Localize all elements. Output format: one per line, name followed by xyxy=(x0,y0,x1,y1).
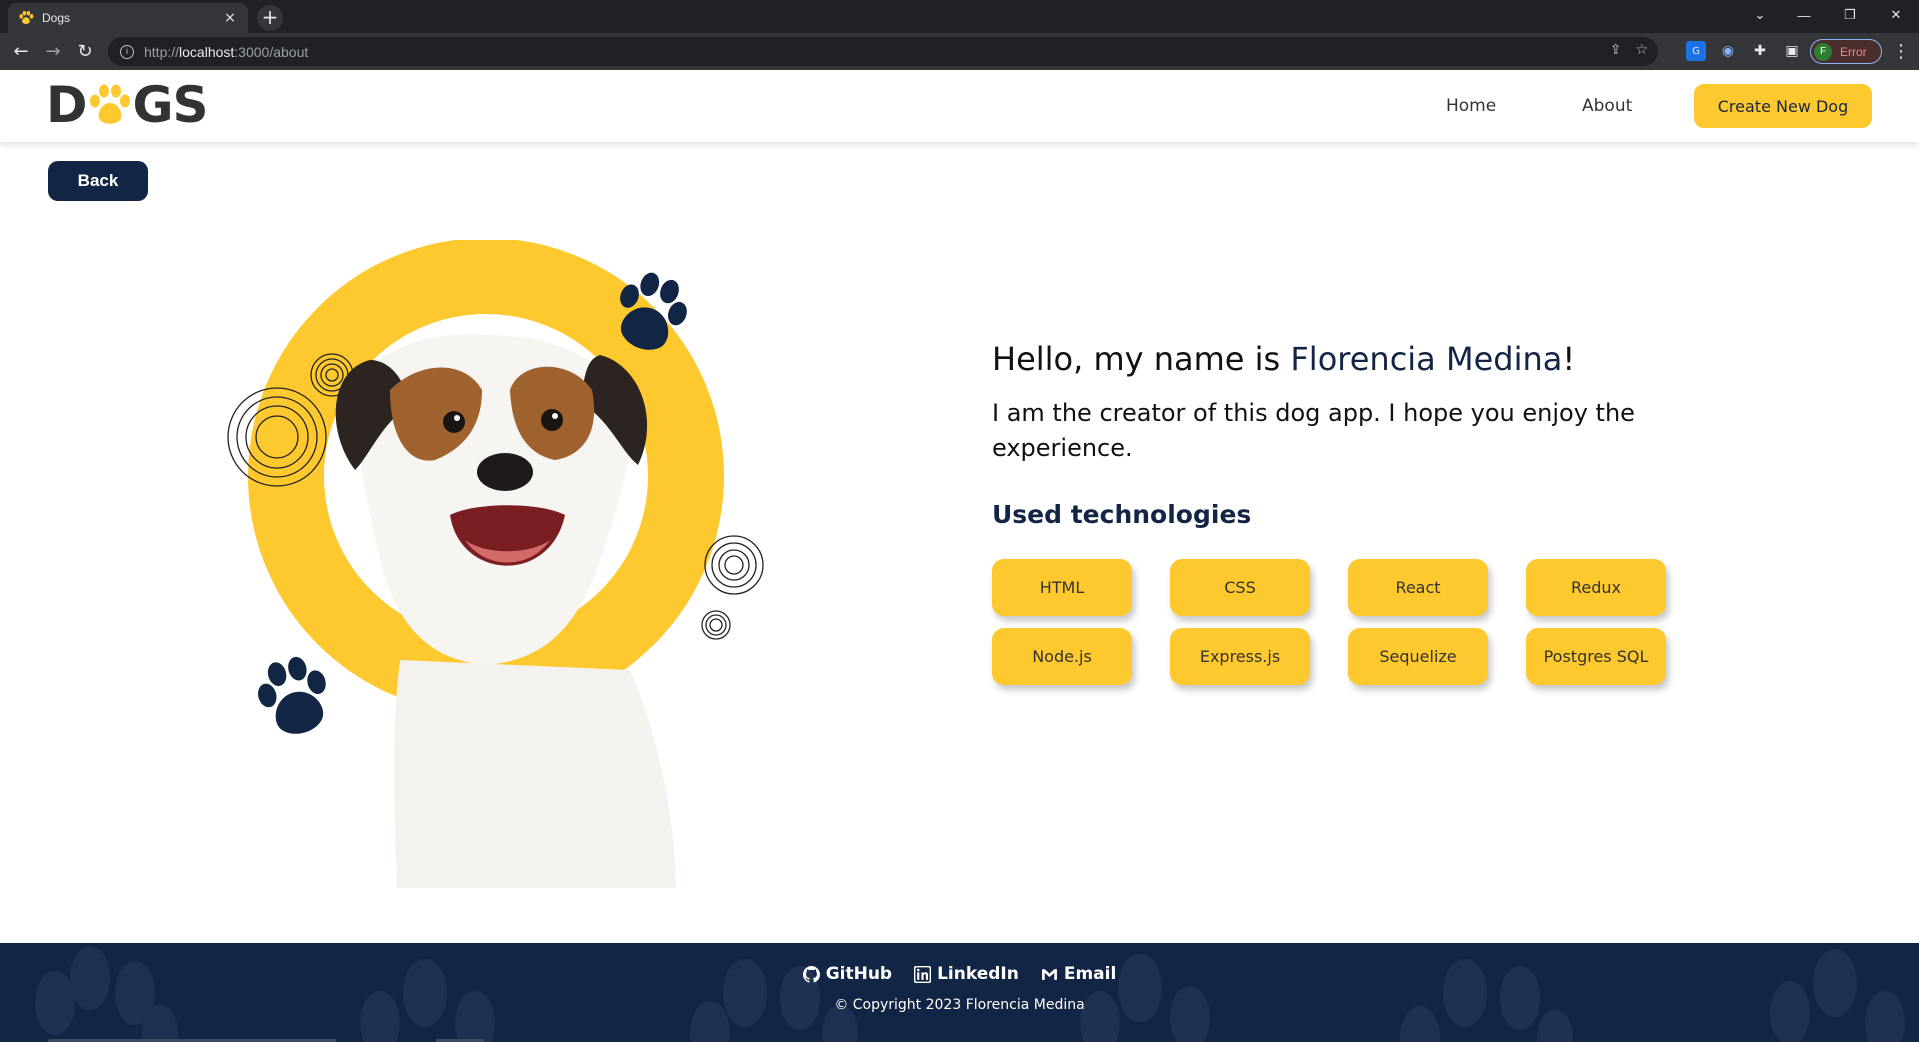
forward-arrow-icon[interactable]: → xyxy=(41,39,65,63)
tech-chip-sequelize: Sequelize xyxy=(1348,628,1488,685)
profile-button[interactable]: F Error xyxy=(1810,39,1882,64)
gmail-icon xyxy=(1041,968,1057,980)
share-icon[interactable]: ⇪ xyxy=(1610,42,1622,58)
intro-text: I am the creator of this dog app. I hope… xyxy=(992,399,1635,462)
page-content: D GS Home About Create New Dog Back Hell… xyxy=(0,70,1919,1042)
browser-titlebar: Dogs × + ⌄ — ❐ ✕ xyxy=(0,0,1919,33)
technologies-heading: Used technologies xyxy=(992,500,1252,529)
greeting-heading: Hello, my name is Florencia Medina! xyxy=(992,340,1576,378)
profile-status: Error xyxy=(1840,44,1867,59)
tech-chip-postgres: Postgres SQL xyxy=(1526,628,1666,685)
tech-chip-css: CSS xyxy=(1170,559,1310,616)
browser-tab[interactable]: Dogs × xyxy=(8,3,248,33)
extension-icon[interactable]: ◉ xyxy=(1718,41,1738,61)
about-section: Hello, my name is Florencia Medina! I am… xyxy=(992,340,1712,685)
url-text: http://localhost:3000/about xyxy=(144,43,309,60)
linkedin-link[interactable]: LinkedIn xyxy=(914,964,1019,984)
new-tab-button[interactable]: + xyxy=(257,5,283,31)
translate-extension-icon[interactable]: G xyxy=(1686,41,1706,61)
paw-pattern-background xyxy=(35,946,1905,1042)
back-arrow-icon[interactable]: ← xyxy=(9,39,33,63)
avatar: F xyxy=(1814,42,1832,61)
email-link[interactable]: Email xyxy=(1041,964,1116,984)
logo-letters-gs: GS xyxy=(132,76,209,134)
tab-title: Dogs xyxy=(42,11,71,25)
linkedin-icon xyxy=(914,965,932,983)
puzzle-extensions-icon[interactable]: ✚ xyxy=(1750,41,1770,61)
tab-close-icon[interactable]: × xyxy=(222,10,238,26)
paw-logo-icon xyxy=(89,84,130,124)
tech-chip-expressjs: Express.js xyxy=(1170,628,1310,685)
tab-search-chevron-icon[interactable]: ⌄ xyxy=(1737,0,1783,30)
nav-about-link[interactable]: About xyxy=(1582,96,1632,116)
dog-hero-illustration xyxy=(227,240,764,888)
restore-icon[interactable]: ❐ xyxy=(1827,0,1873,30)
back-button[interactable]: Back xyxy=(48,161,148,201)
logo-letter-d: D xyxy=(46,76,88,134)
address-bar[interactable]: i http://localhost:3000/about ⇪ ☆ xyxy=(108,37,1658,66)
tech-chip-html: HTML xyxy=(992,559,1132,616)
tech-chip-react: React xyxy=(1348,559,1488,616)
side-panel-icon[interactable]: ▣ xyxy=(1782,41,1802,61)
paw-print-bottom-icon xyxy=(258,656,326,734)
technologies-grid: HTML CSS React Redux Node.js Express.js … xyxy=(992,559,1712,685)
site-navbar: D GS Home About Create New Dog xyxy=(0,70,1919,142)
copyright-text: © Copyright 2023 Florencia Medina xyxy=(834,997,1085,1013)
close-window-icon[interactable]: ✕ xyxy=(1873,0,1919,30)
footer-links: GitHub LinkedIn Email xyxy=(0,964,1919,984)
paw-favicon-icon xyxy=(19,10,34,24)
site-logo[interactable]: D GS xyxy=(46,76,209,134)
tech-chip-nodejs: Node.js xyxy=(992,628,1132,685)
browser-menu-icon[interactable]: ⋮ xyxy=(1892,41,1910,62)
browser-toolbar: ← → ↻ i http://localhost:3000/about ⇪ ☆ … xyxy=(0,33,1919,70)
site-footer: GitHub LinkedIn Email © Copyright 2023 F… xyxy=(0,943,1919,1042)
github-icon xyxy=(802,965,820,983)
minimize-icon[interactable]: — xyxy=(1781,0,1827,30)
author-name: Florencia Medina xyxy=(1290,340,1563,378)
site-info-icon[interactable]: i xyxy=(120,44,134,59)
bookmark-star-icon[interactable]: ☆ xyxy=(1635,42,1648,58)
reload-icon[interactable]: ↻ xyxy=(73,39,97,63)
create-new-dog-button[interactable]: Create New Dog xyxy=(1694,84,1872,128)
github-link[interactable]: GitHub xyxy=(802,964,892,984)
tech-chip-redux: Redux xyxy=(1526,559,1666,616)
nav-home-link[interactable]: Home xyxy=(1446,96,1496,116)
